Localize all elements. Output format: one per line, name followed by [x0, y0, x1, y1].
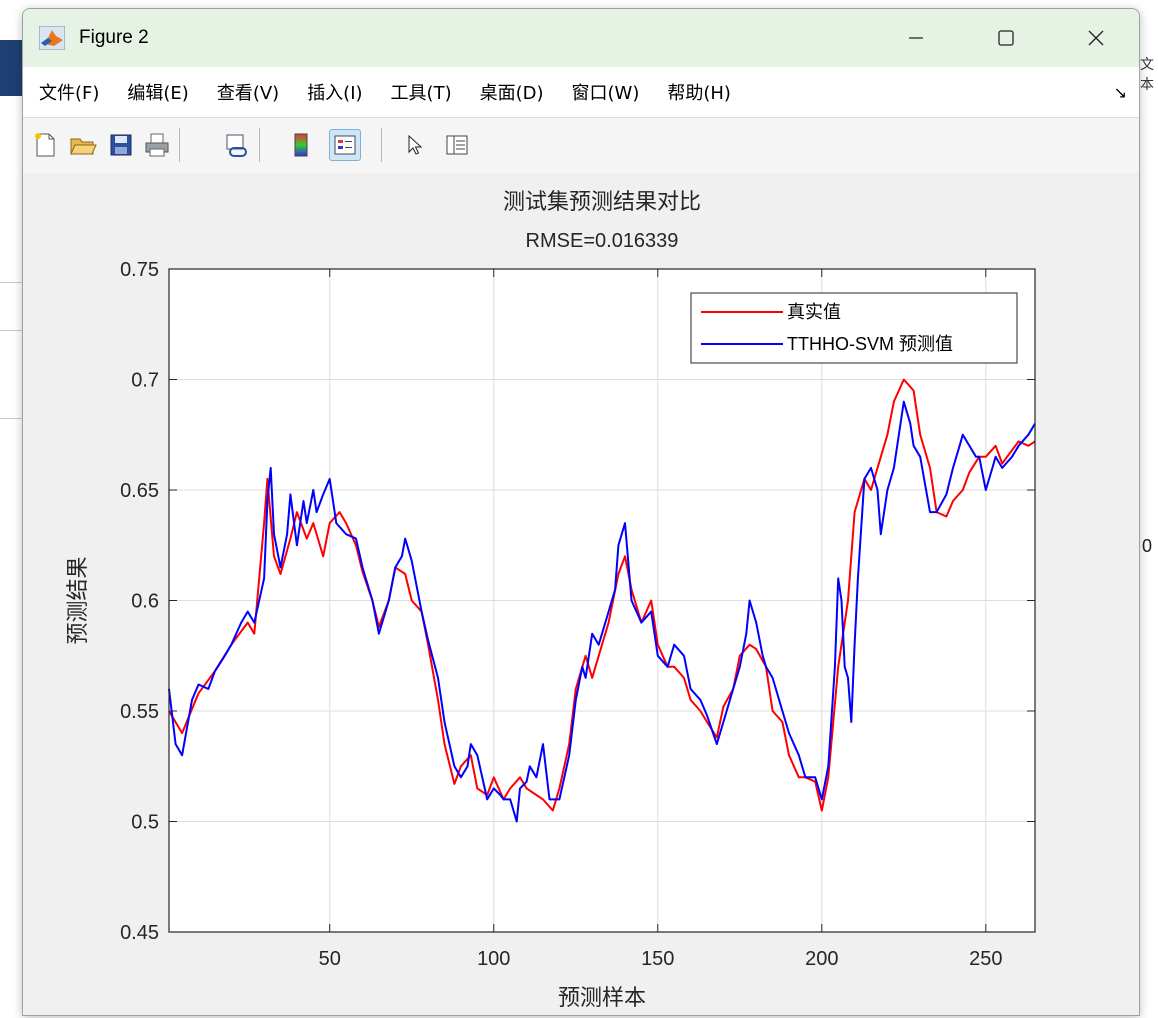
figure-canvas: 测试集预测结果对比 RMSE=0.016339 预测样本 预测结果 50 100 1…	[23, 173, 1139, 1015]
plot-axes: 50 100 150 200 250 0.45 0.5 0.55 0.6 0.65 0.7 0.75	[120, 259, 1036, 970]
toolbar-separator	[179, 128, 180, 162]
x-tick-label: 250	[969, 948, 1002, 970]
insert-legend-icon[interactable]	[329, 129, 361, 161]
background-app-number: 0	[1142, 536, 1153, 556]
y-tick-label: 0.6	[131, 591, 159, 613]
expand-arrow-icon[interactable]: ↘	[1114, 83, 1127, 102]
chart-title: 测试集预测结果对比	[503, 190, 701, 215]
y-tick-label: 0.65	[120, 480, 159, 502]
menu-file[interactable]: 文件(F)	[39, 79, 99, 105]
y-tick-label: 0.75	[120, 259, 159, 281]
matlab-logo-icon	[37, 25, 67, 51]
new-figure-icon[interactable]	[29, 129, 61, 161]
x-tick-label: 200	[805, 948, 838, 970]
background-divider	[0, 330, 22, 331]
toolbar-separator	[259, 128, 260, 162]
menu-insert[interactable]: 插入(I)	[307, 79, 362, 105]
background-divider	[0, 282, 22, 283]
link-plot-icon[interactable]	[221, 129, 253, 161]
x-tick-label: 150	[641, 948, 674, 970]
chart-legend[interactable]: 真实值 TTHHO-SVM 预测值	[690, 292, 1018, 364]
title-bar[interactable]: Figure 2	[23, 9, 1139, 67]
open-file-icon[interactable]	[67, 129, 99, 161]
menu-bar: 文件(F) 编辑(E) 查看(V) 插入(I) 工具(T) 桌面(D) 窗口(W…	[23, 67, 1139, 117]
y-tick-label: 0.7	[131, 370, 159, 392]
background-app-header	[0, 40, 22, 96]
y-tick-label: 0.45	[120, 922, 159, 944]
x-tick-label: 50	[319, 948, 341, 970]
menu-help[interactable]: 帮助(H)	[667, 79, 731, 105]
window-title: Figure 2	[79, 27, 149, 48]
background-divider	[0, 418, 22, 419]
menu-edit[interactable]: 编辑(E)	[127, 79, 188, 105]
menu-window[interactable]: 窗口(W)	[572, 79, 640, 105]
close-button[interactable]	[1051, 9, 1139, 67]
print-icon[interactable]	[141, 129, 173, 161]
background-app-text: 文本	[1140, 57, 1154, 93]
legend-label-true-value: 真实值	[787, 302, 841, 322]
y-axis-label: 预测结果	[66, 556, 91, 644]
close-icon	[1088, 30, 1104, 46]
property-inspector-icon[interactable]	[441, 129, 473, 161]
chart-subtitle: RMSE=0.016339	[526, 230, 679, 252]
minimize-icon	[909, 37, 923, 39]
maximize-icon	[998, 30, 1014, 46]
minimize-button[interactable]	[871, 9, 961, 67]
menu-tools[interactable]: 工具(T)	[391, 79, 452, 105]
toolbar	[23, 117, 1139, 174]
menu-view[interactable]: 查看(V)	[217, 79, 279, 105]
menu-desktop[interactable]: 桌面(D)	[480, 79, 544, 105]
x-axis-label: 预测样本	[558, 986, 646, 1011]
legend-label-prediction: TTHHO-SVM 预测值	[787, 334, 953, 354]
line-chart: 测试集预测结果对比 RMSE=0.016339 预测样本 预测结果 50 100 1…	[66, 190, 1036, 1011]
insert-colorbar-icon[interactable]	[285, 129, 317, 161]
y-tick-label: 0.5	[131, 812, 159, 834]
y-tick-label: 0.55	[120, 701, 159, 723]
save-icon[interactable]	[105, 129, 137, 161]
select-pointer-icon[interactable]	[399, 129, 431, 161]
figure-window: Figure 2 文件(F) 编辑(E) 查看(V) 插入(I) 工具(T) 桌…	[22, 8, 1140, 1016]
toolbar-separator	[381, 128, 382, 162]
x-tick-label: 100	[477, 948, 510, 970]
maximize-button[interactable]	[961, 9, 1051, 67]
